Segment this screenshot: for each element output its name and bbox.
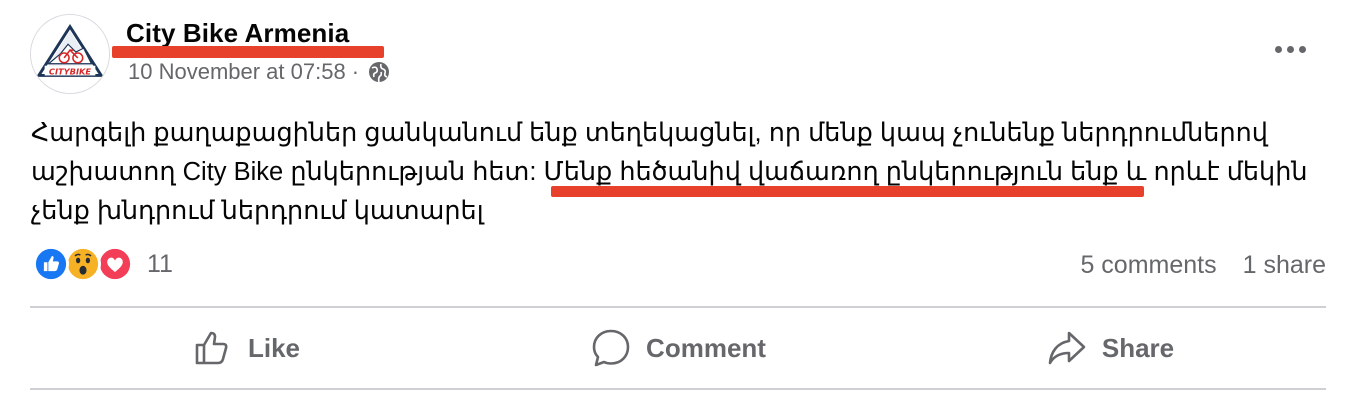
post-body-line: Հարգելի քաղաքացիներ ցանկանում ենք տեղեկա… — [31, 119, 1268, 147]
meta-separator: · — [351, 59, 360, 84]
post-meta: 10 November at 07:58 · — [128, 58, 391, 86]
more-dot-icon — [1298, 45, 1306, 53]
comment-label: Comment — [646, 332, 766, 363]
logo-text: CITYBIKE — [49, 66, 92, 76]
post-body-line: չենք խնդրում ներդրում կատարել — [31, 197, 484, 225]
globe-icon[interactable] — [367, 60, 391, 84]
love-icon — [97, 246, 133, 282]
reaction-count[interactable]: 11 — [147, 250, 173, 279]
post-action-bar: Like Comment Share — [30, 310, 1326, 386]
page-avatar[interactable]: CITYBIKE — [30, 14, 110, 94]
share-label: Share — [1101, 332, 1175, 363]
like-icon — [33, 246, 69, 282]
post-timestamp[interactable]: 10 November at 07:58 — [128, 59, 346, 85]
shares-count-link[interactable]: 1 share — [1243, 251, 1326, 280]
comment-bubble-icon — [590, 327, 632, 369]
post-stats: 5 comments 1 share — [1080, 248, 1326, 282]
red-underline-annotation — [112, 46, 384, 58]
comment-button[interactable]: Comment — [462, 310, 894, 386]
like-button[interactable]: Like — [30, 310, 462, 386]
like-label: Like — [247, 332, 301, 363]
divider — [30, 306, 1326, 308]
red-underline-annotation — [551, 186, 1144, 197]
post-body: Հարգելի քաղաքացիներ ցանկանում ենք տեղեկա… — [31, 114, 1331, 231]
more-dot-icon — [1274, 45, 1282, 53]
share-button[interactable]: Share — [894, 310, 1326, 386]
city-bike-logo: CITYBIKE — [31, 15, 109, 93]
more-dot-icon — [1286, 45, 1294, 53]
thumbs-up-icon — [192, 327, 234, 369]
reactions-summary[interactable]: 11 — [33, 245, 173, 283]
wow-icon — [65, 246, 101, 282]
page-name[interactable]: City Bike Armenia — [126, 18, 349, 49]
divider — [30, 388, 1326, 390]
more-options-button[interactable] — [1268, 34, 1312, 64]
comments-count-link[interactable]: 5 comments — [1080, 251, 1216, 280]
share-arrow-icon — [1046, 327, 1088, 369]
